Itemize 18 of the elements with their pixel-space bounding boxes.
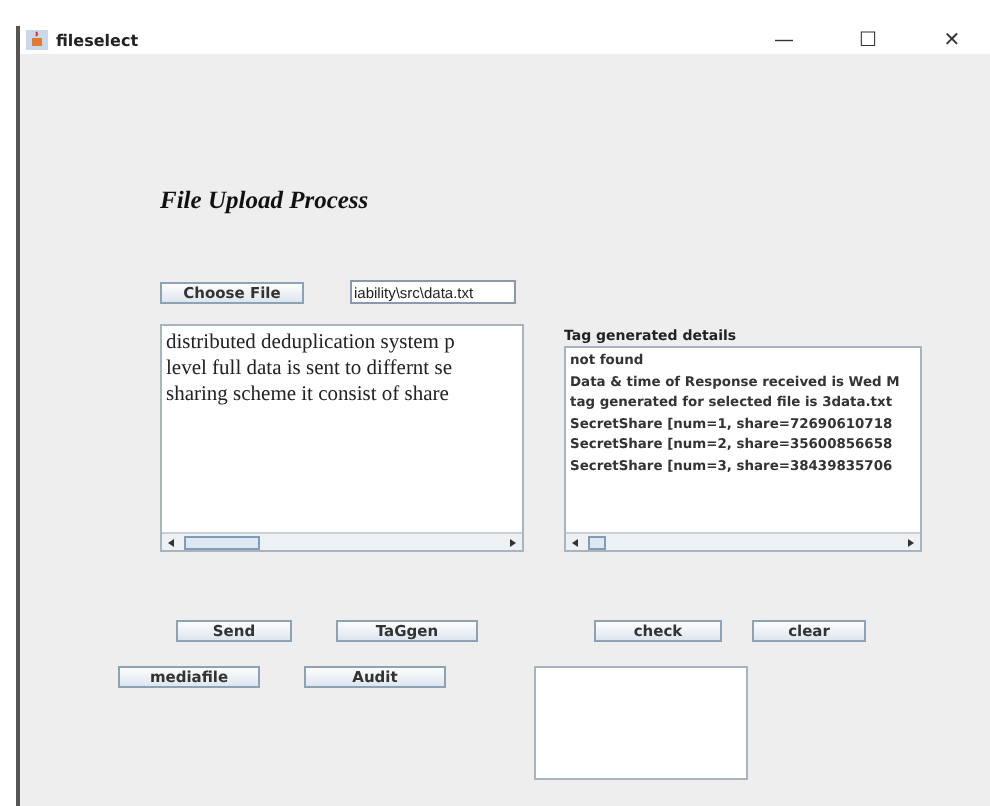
scrollbar-thumb[interactable] xyxy=(184,535,260,549)
maximize-button[interactable]: ☐ xyxy=(830,29,906,51)
close-button[interactable]: ✕ xyxy=(914,29,990,51)
scrollbar-thumb[interactable] xyxy=(588,535,606,549)
horizontal-scrollbar[interactable] xyxy=(162,532,522,550)
tag-details-area[interactable] xyxy=(564,346,922,552)
text-line: distributed deduplication system p xyxy=(166,330,457,356)
text-line: level full data is sent to differnt se xyxy=(166,356,454,382)
content-text-area[interactable]: distributed deduplication system p level full data is sent to differnt se sharing scheme it consist of share xyxy=(160,324,524,552)
text-line: sharing scheme it consist of share xyxy=(166,382,451,408)
window-title: fileselect xyxy=(56,31,141,49)
page-heading: File Upload Process xyxy=(160,186,371,216)
horizontal-scrollbar[interactable] xyxy=(566,532,920,550)
right-arrow-icon[interactable] xyxy=(510,538,516,546)
left-arrow-icon[interactable] xyxy=(572,538,578,546)
minimize-button[interactable]: — xyxy=(746,29,822,51)
left-arrow-icon[interactable] xyxy=(168,538,174,546)
right-arrow-icon[interactable] xyxy=(908,538,914,546)
